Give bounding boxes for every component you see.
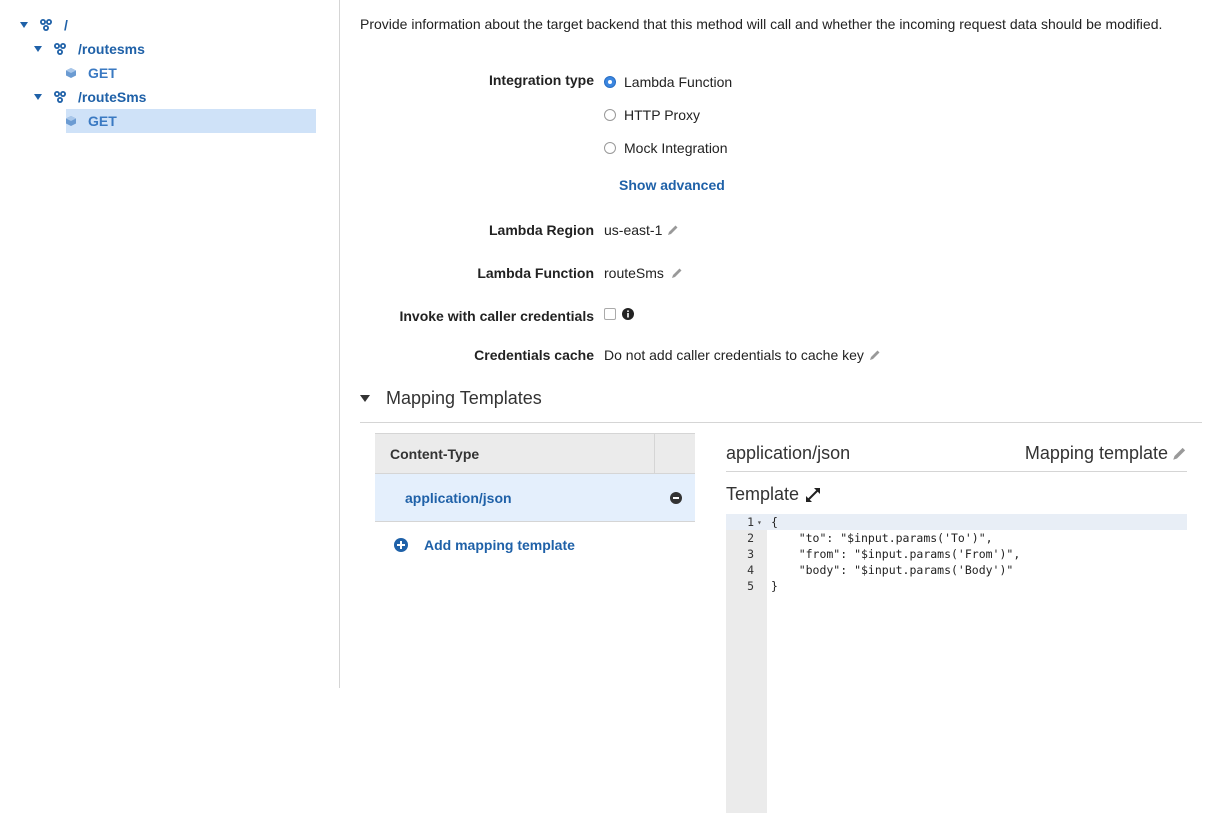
content-type-value: application/json [405, 489, 512, 506]
lambda-function-value: routeSms [604, 265, 683, 281]
tree-item-routesms[interactable]: /routesms [34, 38, 145, 60]
code-line: "from": "$input.params('From')", [771, 547, 1021, 561]
section-divider [360, 422, 1202, 423]
info-icon[interactable] [622, 308, 634, 320]
credentials-cache-label: Credentials cache [474, 347, 594, 363]
method-cube-icon [66, 68, 76, 78]
lambda-region-label: Lambda Region [488, 222, 594, 238]
caret-down-icon[interactable] [20, 22, 28, 28]
mapping-template-edit[interactable]: Mapping template [1025, 443, 1187, 464]
tree-item-root[interactable]: / [20, 14, 68, 36]
editor-line: 2 "to": "$input.params('To')", [726, 530, 1187, 546]
line-number: 3 [747, 547, 754, 561]
content-type-header-label: Content-Type [390, 445, 480, 462]
line-number: 2 [747, 531, 754, 545]
pencil-icon[interactable] [1172, 446, 1187, 461]
tree-item-routesms-get[interactable]: GET [66, 62, 316, 84]
column-separator [654, 434, 655, 473]
tree-item-routeSms[interactable]: /routeSms [34, 86, 146, 108]
tree-item-label: /routesms [78, 41, 145, 57]
pencil-icon[interactable] [667, 224, 679, 236]
content-type-table: Content-Type application/json Add mappin… [375, 433, 695, 568]
radio-label: Lambda Function [624, 74, 733, 90]
line-number: 1 [747, 515, 754, 529]
panel-divider[interactable] [339, 0, 340, 688]
mapping-templates-toggle[interactable]: Mapping Templates [360, 388, 542, 409]
resource-icon [54, 43, 66, 55]
radio-mock-integration[interactable]: Mock Integration [604, 140, 728, 156]
content-type-row[interactable]: application/json [375, 474, 695, 522]
show-advanced-link[interactable]: Show advanced [619, 177, 725, 193]
tree-item-label: / [64, 17, 68, 33]
radio-unchecked-icon[interactable] [604, 109, 616, 121]
template-title-text: Template [726, 484, 800, 504]
resource-icon [40, 19, 52, 31]
pencil-icon[interactable] [869, 349, 881, 361]
editor-line: 3 "from": "$input.params('From')", [726, 546, 1187, 562]
tree-item-routeSms-get[interactable]: GET [66, 109, 316, 133]
caret-down-icon[interactable] [34, 94, 42, 100]
resource-icon [54, 91, 66, 103]
add-mapping-template-label: Add mapping template [424, 537, 575, 553]
caret-down-icon [360, 395, 370, 402]
tree-item-label: /routeSms [78, 89, 147, 105]
mapping-template-label: Mapping template [1024, 442, 1168, 463]
tree-item-label: GET [88, 65, 117, 81]
invoke-caller-checkbox[interactable] [604, 308, 616, 320]
tree-item-label: GET [88, 113, 117, 129]
lambda-region-value: us-east-1 [604, 222, 679, 238]
lambda-function-label: Lambda Function [477, 265, 594, 281]
radio-label: Mock Integration [624, 140, 728, 156]
editor-line: 5 } [726, 578, 1187, 594]
add-mapping-template-button[interactable]: Add mapping template [375, 522, 695, 568]
code-line: "to": "$input.params('To')", [771, 531, 993, 545]
caret-down-icon[interactable] [34, 46, 42, 52]
radio-lambda-function[interactable]: Lambda Function [604, 74, 732, 90]
fold-arrow-icon[interactable]: ▾ [754, 518, 767, 527]
credentials-cache-text: Do not add caller credentials to cache k… [604, 347, 864, 363]
content-type-header: Content-Type [375, 433, 695, 474]
invoke-caller-label: Invoke with caller credentials [399, 308, 594, 324]
lambda-region-text: us-east-1 [604, 222, 663, 238]
lambda-function-text: routeSms [604, 265, 664, 281]
line-number: 5 [747, 579, 754, 593]
code-line: { [771, 515, 778, 529]
add-icon [394, 538, 408, 552]
section-title: Mapping Templates [386, 388, 542, 408]
radio-http-proxy[interactable]: HTTP Proxy [604, 107, 700, 123]
code-line: } [771, 579, 778, 593]
radio-checked-icon[interactable] [604, 76, 616, 88]
method-cube-icon [66, 116, 76, 126]
pencil-icon[interactable] [671, 267, 683, 279]
expand-icon[interactable] [804, 486, 822, 504]
invoke-caller-value [604, 308, 634, 320]
radio-label: HTTP Proxy [624, 107, 700, 123]
editor-line: 1 ▾ { [726, 514, 1187, 530]
remove-icon[interactable] [670, 491, 682, 504]
code-line: "body": "$input.params('Body')" [771, 563, 1014, 577]
intro-text: Provide information about the target bac… [360, 16, 1163, 32]
integration-type-label: Integration type [488, 72, 594, 88]
mapping-template-header: application/json Mapping template [726, 435, 1187, 472]
editor-line: 4 "body": "$input.params('Body')" [726, 562, 1187, 578]
template-title: Template [726, 484, 822, 505]
selected-content-type: application/json [726, 442, 851, 463]
line-number: 4 [747, 563, 754, 577]
radio-unchecked-icon[interactable] [604, 142, 616, 154]
credentials-cache-value: Do not add caller credentials to cache k… [604, 347, 881, 363]
template-editor[interactable]: 1 ▾ { 2 "to": "$input.params('To')", 3 "… [726, 514, 1187, 813]
